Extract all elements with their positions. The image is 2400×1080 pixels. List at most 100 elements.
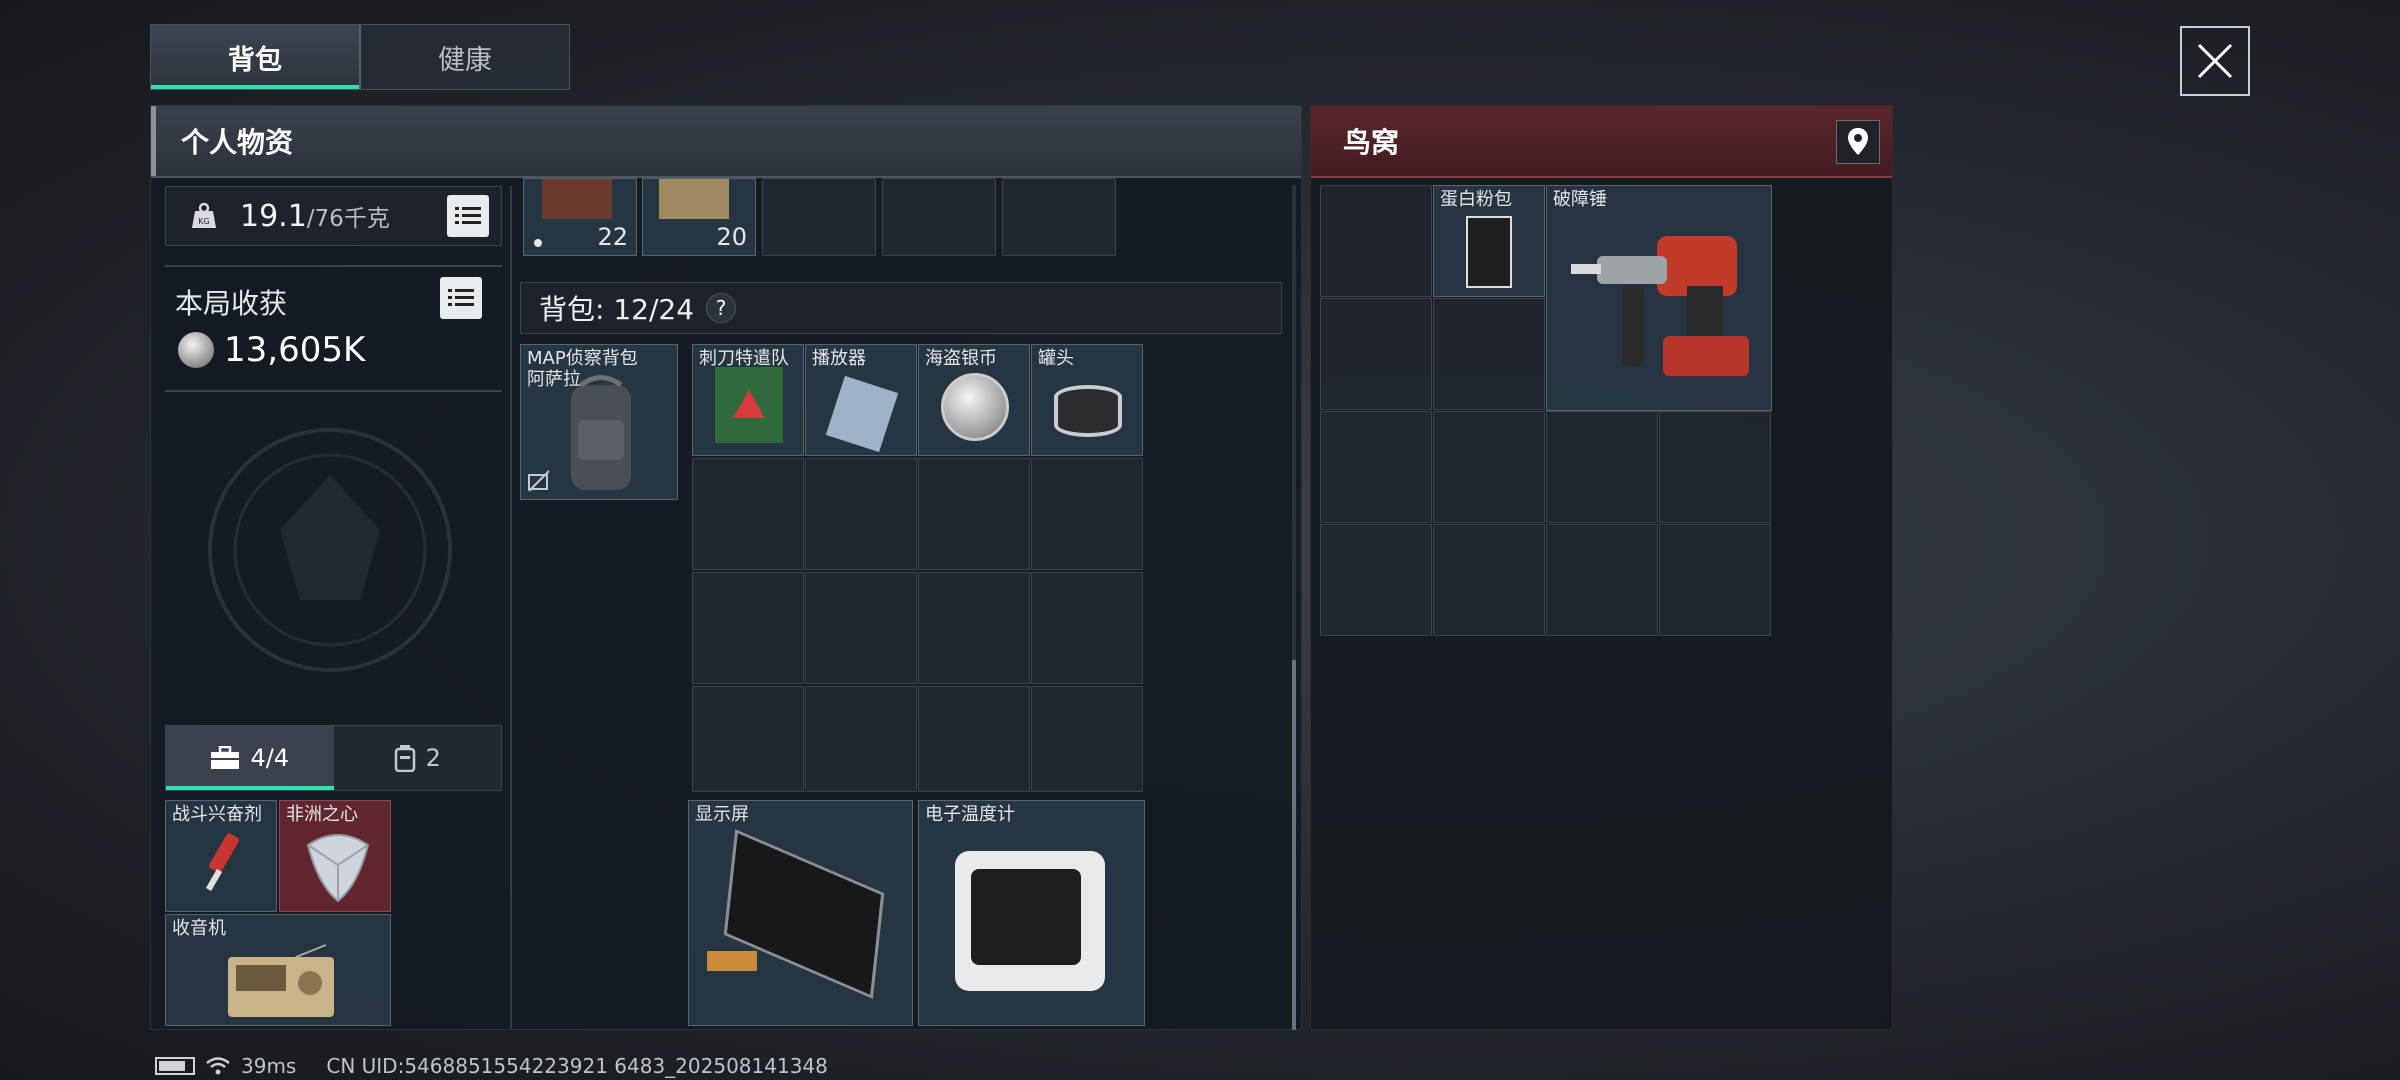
equipped-backpack[interactable]: MAP侦察背包 阿萨拉 [520, 344, 678, 500]
pouch-tab-bar: 4/4 2 [165, 725, 502, 791]
dot-icon [534, 239, 542, 247]
canister-icon [394, 745, 415, 772]
tab-secure-pouch[interactable]: 4/4 [166, 726, 334, 790]
item-label: 电子温度计 [925, 804, 1015, 825]
empty-slot[interactable] [1320, 411, 1432, 523]
pouch-item-heart-of-africa[interactable]: 非洲之心 [279, 800, 391, 912]
empty-slot[interactable] [1546, 524, 1658, 636]
tab-other-pouch[interactable]: 2 [334, 726, 502, 790]
nest-item-breaching-hammer[interactable]: 破障锤 [1546, 185, 1772, 411]
media-player-icon [825, 375, 899, 453]
secure-pouch-count: 4/4 [250, 744, 290, 772]
help-icon[interactable]: ? [706, 293, 737, 323]
item-label: 非洲之心 [286, 804, 358, 825]
column-divider [510, 186, 512, 1030]
empty-slot[interactable] [1031, 458, 1143, 570]
empty-slot[interactable] [1320, 185, 1432, 297]
empty-slot[interactable] [918, 458, 1030, 570]
divider [165, 265, 502, 267]
bag-item-player[interactable]: 播放器 [805, 344, 917, 456]
tab-backpack[interactable]: 背包 [151, 25, 359, 89]
tab-health[interactable]: 健康 [359, 25, 569, 89]
empty-slot[interactable] [882, 178, 996, 256]
item-label: 收音机 [172, 918, 226, 939]
item-count: 22 [597, 223, 628, 251]
empty-slot[interactable] [1031, 686, 1143, 792]
wifi-icon [206, 1057, 230, 1075]
top-row-item[interactable]: 20 [642, 178, 756, 256]
empty-slot[interactable] [805, 572, 917, 684]
coin-icon [178, 332, 214, 368]
weight-current: 19.1 [240, 198, 307, 234]
warning-icon [733, 390, 765, 418]
nest-title-text: 鸟窝 [1343, 126, 1400, 159]
empty-slot[interactable] [1659, 411, 1771, 523]
screen-icon [723, 829, 885, 999]
nest-title: 鸟窝 [1311, 106, 1892, 178]
top-row-item[interactable]: 22 [523, 178, 637, 256]
empty-slot[interactable] [805, 686, 917, 792]
scrollbar-thumb[interactable] [1292, 660, 1296, 1030]
location-pin-icon [1848, 128, 1868, 155]
weight-icon: KG [192, 202, 216, 228]
bag-capacity-bar: 背包: 12/24 ? [520, 282, 1282, 334]
radio-icon [228, 944, 334, 1017]
empty-slot[interactable] [918, 686, 1030, 792]
item-label: 海盗银币 [925, 348, 997, 369]
item-label: 播放器 [812, 348, 866, 369]
earnings-label: 本局收获 [175, 287, 288, 320]
list-icon [448, 289, 474, 306]
empty-slot[interactable] [918, 572, 1030, 684]
item-label: 显示屏 [695, 804, 749, 825]
nest-item-protein-powder[interactable]: 蛋白粉包 [1433, 185, 1545, 297]
cable-icon [707, 951, 757, 971]
empty-slot[interactable] [692, 572, 804, 684]
list-icon [455, 207, 481, 224]
bag-item-display-screen[interactable]: 显示屏 [688, 800, 913, 1026]
bag-capacity-label: 背包: 12/24 [539, 293, 695, 326]
emblem-watermark-icon [208, 428, 452, 672]
bag-item-thermometer[interactable]: 电子温度计 [918, 800, 1145, 1026]
divider [165, 390, 502, 392]
location-button[interactable] [1836, 120, 1880, 164]
empty-slot[interactable] [1002, 178, 1116, 256]
empty-slot[interactable] [1546, 411, 1658, 523]
empty-slot[interactable] [692, 686, 804, 792]
bag-item-pirate-coin[interactable]: 海盗银币 [918, 344, 1030, 456]
empty-slot[interactable] [1433, 411, 1545, 523]
empty-slot[interactable] [1031, 572, 1143, 684]
diamond-icon [306, 834, 370, 903]
empty-slot[interactable] [762, 178, 876, 256]
weight-list-button[interactable] [447, 195, 489, 237]
top-tab-bar: 背包 健康 [150, 24, 570, 90]
empty-slot[interactable] [805, 458, 917, 570]
empty-slot[interactable] [1320, 298, 1432, 410]
pouch-item-radio[interactable]: 收音机 [165, 914, 391, 1026]
drill-icon [1571, 236, 1749, 376]
empty-slot[interactable] [1433, 298, 1545, 410]
item-count: 20 [716, 223, 747, 251]
display-face-icon [971, 869, 1081, 965]
uid-text: CN UID:5468851554223921 6483_20250814134… [326, 1054, 828, 1078]
panel-title: 个人物资 [151, 106, 1301, 178]
weight-icon-text: KG [198, 217, 209, 226]
item-label: 罐头 [1038, 348, 1074, 369]
item-label: 破障锤 [1553, 189, 1607, 210]
empty-slot[interactable] [1320, 524, 1432, 636]
empty-slot[interactable] [1659, 524, 1771, 636]
can-icon [1054, 385, 1122, 437]
silver-coin-icon [941, 373, 1009, 441]
weight-indicator: KG 19.1 /76千克 [165, 186, 502, 246]
empty-slot[interactable] [1433, 524, 1545, 636]
item-label: 战斗兴奋剂 [172, 804, 262, 825]
bag-item-bayonet-team[interactable]: 刺刀特遣队 [692, 344, 804, 456]
weight-max: /76千克 [306, 206, 390, 232]
close-button[interactable] [2180, 26, 2250, 96]
bag-item-canned-food[interactable]: 罐头 [1031, 344, 1143, 456]
earnings-list-button[interactable] [440, 277, 482, 319]
battery-icon [155, 1057, 195, 1075]
no-sell-icon [528, 470, 550, 492]
ping-value: 39ms [241, 1054, 297, 1078]
pouch-item-stimulant[interactable]: 战斗兴奋剂 [165, 800, 277, 912]
empty-slot[interactable] [692, 458, 804, 570]
